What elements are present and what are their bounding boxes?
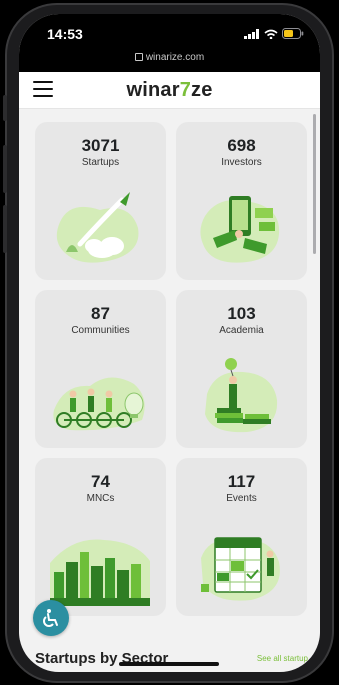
battery-icon: [282, 28, 304, 39]
card-events[interactable]: 117 Events: [176, 458, 307, 616]
card-number: 87: [91, 304, 110, 323]
notch: [89, 14, 249, 42]
url-text: winarize.com: [145, 52, 205, 63]
rocket-illustration: [56, 192, 139, 263]
home-indicator: [119, 662, 219, 666]
see-all-startups-link[interactable]: See all startup: [257, 654, 308, 663]
logo-mark: 7: [179, 79, 192, 101]
card-startups[interactable]: 3071 Startups: [35, 122, 166, 280]
card-investors[interactable]: 698 Investors: [176, 122, 307, 280]
card-label: Events: [226, 493, 257, 504]
card-mncs[interactable]: 74 MNCs: [35, 458, 166, 616]
status-time: 14:53: [47, 26, 83, 42]
calendar-illustration: [201, 537, 280, 601]
logo-text-end: ze: [191, 79, 213, 101]
scrollbar[interactable]: [313, 114, 316, 254]
card-number: 74: [91, 472, 110, 491]
card-label: MNCs: [86, 493, 115, 504]
city-skyline-illustration: [50, 539, 150, 606]
url-bar[interactable]: winarize.com: [19, 52, 320, 70]
system-icons: [244, 28, 304, 39]
card-academia[interactable]: 103 Academia: [176, 290, 307, 448]
wheelchair-icon: [43, 609, 58, 627]
card-label: Academia: [219, 325, 264, 336]
card-number: 3071: [81, 136, 120, 155]
cyclists-illustration: [53, 377, 145, 431]
card-label: Investors: [221, 157, 262, 168]
lock-icon: [134, 53, 143, 62]
card-number: 117: [227, 472, 256, 491]
stats-grid: 3071 Startups 698 Investors 87 Communiti…: [35, 122, 307, 616]
volume-up-button: [3, 145, 7, 193]
investor-phone-illustration: [200, 196, 280, 263]
volume-down-button: [3, 205, 7, 253]
logo-text-start: winar: [126, 79, 180, 101]
card-label: Startups: [81, 157, 120, 168]
card-number: 103: [227, 304, 256, 323]
card-communities[interactable]: 87 Communities: [35, 290, 166, 448]
site-header: winar7ze: [19, 72, 320, 109]
card-label: Communities: [71, 325, 130, 336]
wifi-icon: [264, 29, 278, 39]
mute-switch: [3, 95, 7, 121]
card-number: 698: [227, 136, 256, 155]
graduate-books-illustration: [205, 358, 278, 433]
site-logo[interactable]: winar7ze: [19, 79, 320, 102]
phone-screen: 14:53 winarize.com winar7ze 3071 Startup…: [19, 14, 320, 672]
accessibility-icon[interactable]: [33, 600, 69, 636]
signal-icon: [244, 28, 259, 39]
status-bar: 14:53 winarize.com: [19, 14, 320, 74]
